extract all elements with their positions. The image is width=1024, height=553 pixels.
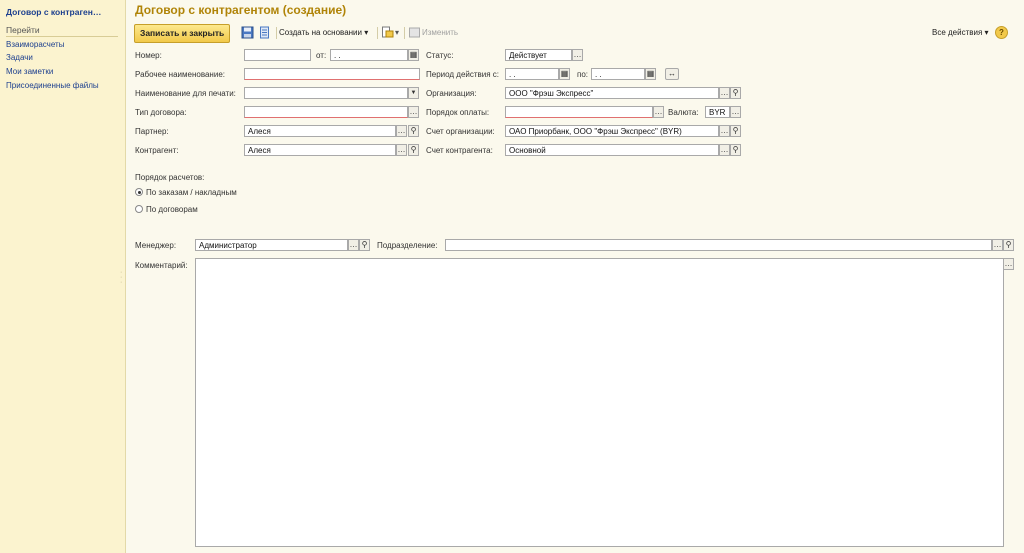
department-select-button[interactable]: …	[992, 239, 1003, 251]
search-icon[interactable]: ⚲	[730, 125, 741, 137]
toolbar-separator	[276, 27, 277, 39]
radio-by-orders[interactable]	[135, 188, 143, 196]
radio-by-contracts-label[interactable]: По договорам	[146, 205, 198, 214]
contract-type-select-button[interactable]: …	[408, 106, 419, 118]
all-actions-label: Все действия	[932, 28, 983, 37]
status-label: Статус:	[426, 51, 454, 60]
status-select-button[interactable]: …	[572, 49, 583, 61]
save-icon[interactable]	[241, 26, 254, 39]
partner-label: Партнер:	[135, 127, 169, 136]
work-name-label: Рабочее наименование:	[135, 70, 225, 79]
partner-select-button[interactable]: …	[396, 125, 407, 137]
sidebar-section-goto: Перейти	[6, 25, 40, 35]
period-to-label: по:	[577, 70, 589, 79]
all-actions-menu[interactable]: Все действия ▾	[932, 28, 989, 37]
period-to-field[interactable]: . .	[591, 68, 645, 80]
comment-textarea[interactable]	[195, 258, 1004, 547]
toolbar-separator	[377, 27, 378, 39]
period-from-label: Период действия с:	[426, 70, 500, 79]
org-account-field[interactable]: ОАО Приорбанк, ООО "Фрэш Экспресс" (BYR)	[505, 125, 719, 137]
chevron-down-icon[interactable]: ▾	[395, 28, 399, 37]
partner-field[interactable]: Алеся	[244, 125, 396, 137]
organization-field[interactable]: ООО "Фрэш Экспресс"	[505, 87, 719, 99]
post-document-icon[interactable]	[258, 26, 271, 39]
organization-select-button[interactable]: …	[719, 87, 730, 99]
print-name-field[interactable]	[244, 87, 408, 99]
department-label: Подразделение:	[377, 241, 438, 250]
cp-account-label: Счет контрагента:	[426, 146, 493, 155]
calendar-icon[interactable]: ▦	[408, 49, 419, 61]
counterparty-field[interactable]: Алеся	[244, 144, 396, 156]
cp-account-select-button[interactable]: …	[719, 144, 730, 156]
edit-icon[interactable]	[408, 26, 421, 39]
sidebar-item-attached-files[interactable]: Присоединенные файлы	[6, 81, 99, 90]
manager-field[interactable]: Администратор	[195, 239, 348, 251]
print-menu-icon[interactable]	[381, 26, 394, 39]
create-based-on-menu[interactable]: Создать на основании ▾	[279, 28, 368, 37]
sidebar-item-settlements[interactable]: Взаиморасчеты	[6, 40, 64, 49]
payment-order-field[interactable]	[505, 106, 653, 118]
create-based-on-label: Создать на основании	[279, 28, 362, 37]
splitter-handle[interactable]: · · ·	[120, 269, 122, 286]
search-icon[interactable]: ⚲	[730, 144, 741, 156]
currency-field[interactable]: BYR	[705, 106, 730, 118]
help-icon[interactable]: ?	[995, 26, 1008, 39]
toolbar-separator	[404, 27, 405, 39]
comment-expand-button[interactable]: …	[1003, 258, 1014, 270]
settlement-order-label: Порядок расчетов:	[135, 173, 205, 182]
search-icon[interactable]: ⚲	[359, 239, 370, 251]
save-close-button[interactable]: Записать и закрыть	[134, 24, 231, 43]
contract-type-label: Тип договора:	[135, 108, 187, 117]
manager-label: Менеджер:	[135, 241, 177, 250]
counterparty-label: Контрагент:	[135, 146, 179, 155]
sidebar-title[interactable]: Договор с контраген…	[6, 7, 121, 17]
search-icon[interactable]: ⚲	[1003, 239, 1014, 251]
payment-order-label: Порядок оплаты:	[426, 108, 490, 117]
print-name-label: Наименование для печати:	[135, 89, 236, 98]
main-panel: Договор с контрагентом (создание) Записа…	[126, 0, 1024, 553]
calendar-icon[interactable]: ▦	[559, 68, 570, 80]
cp-account-field[interactable]: Основной	[505, 144, 719, 156]
organization-label: Организация:	[426, 89, 477, 98]
number-field[interactable]	[244, 49, 311, 61]
date-field[interactable]: . .	[330, 49, 408, 61]
period-select-icon[interactable]: ↔	[665, 68, 679, 80]
status-field[interactable]: Действует	[505, 49, 572, 61]
sidebar-item-notes[interactable]: Мои заметки	[6, 67, 53, 76]
department-field[interactable]	[445, 239, 992, 251]
search-icon[interactable]: ⚲	[408, 144, 419, 156]
manager-select-button[interactable]: …	[348, 239, 359, 251]
sidebar-divider	[6, 36, 118, 37]
period-from-field[interactable]: . .	[505, 68, 559, 80]
sidebar-item-tasks[interactable]: Задачи	[6, 53, 33, 62]
sidebar: Договор с контраген… Перейти Взаиморасче…	[0, 0, 126, 553]
date-from-label: от:	[316, 51, 327, 60]
currency-label: Валюта:	[668, 108, 699, 117]
payment-order-select-button[interactable]: …	[653, 106, 664, 118]
toolbar: Записать и закрыть Создать на основании …	[134, 24, 1022, 43]
search-icon[interactable]: ⚲	[408, 125, 419, 137]
contract-type-field[interactable]	[244, 106, 408, 118]
page-title: Договор с контрагентом (создание)	[135, 3, 347, 17]
dropdown-arrow-icon[interactable]: ▼	[408, 87, 419, 99]
org-account-select-button[interactable]: …	[719, 125, 730, 137]
edit-button[interactable]: Изменить	[422, 28, 458, 37]
org-account-label: Счет организации:	[426, 127, 495, 136]
radio-by-orders-label[interactable]: По заказам / накладным	[146, 188, 237, 197]
counterparty-select-button[interactable]: …	[396, 144, 407, 156]
comment-label: Комментарий:	[135, 261, 188, 270]
search-icon[interactable]: ⚲	[730, 87, 741, 99]
currency-select-button[interactable]: …	[730, 106, 741, 118]
work-name-field[interactable]	[244, 68, 420, 80]
number-label: Номер:	[135, 51, 162, 60]
radio-by-contracts[interactable]	[135, 205, 143, 213]
calendar-icon[interactable]: ▦	[645, 68, 656, 80]
